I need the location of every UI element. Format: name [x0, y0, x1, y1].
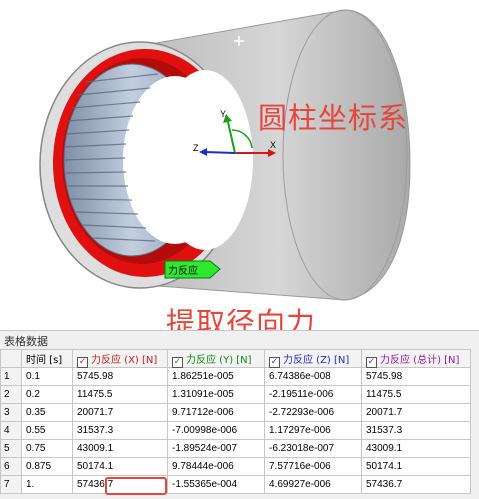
table-cell[interactable]: 1.31091e-005	[167, 385, 265, 404]
cylindrical-cs-annotation: 圆柱坐标系	[258, 101, 409, 135]
table-cell[interactable]: 1.86251e-005	[167, 367, 265, 386]
cylinder-model	[39, 9, 411, 301]
row-index-header	[0, 349, 22, 368]
table-cell[interactable]: -2.72293e-006	[264, 403, 362, 422]
row-index: 7	[0, 475, 22, 494]
table-row[interactable]: 4 0.55 31537.3 -7.00998e-006 1.17297e-006 315…	[0, 421, 471, 440]
force-tag-label[interactable]: 力反应	[168, 262, 198, 277]
table-cell[interactable]: 57436.7	[361, 475, 471, 494]
table-cell[interactable]: 6.74386e-008	[264, 367, 362, 386]
table-row[interactable]: 3 0.35 20071.7 9.71712e-006 -2.72293e-006 200…	[0, 403, 471, 422]
table-cell[interactable]: 11475.5	[72, 385, 168, 404]
header-force-total-label: 力反应 (总计) [N]	[380, 354, 460, 366]
checkbox-icon[interactable]: ✓	[172, 356, 183, 368]
header-force-z[interactable]: ✓ 力反应 (Z) [N]	[264, 349, 362, 368]
table-cell[interactable]: 1.17297e-006	[264, 421, 362, 440]
3d-viewport[interactable]: X Y Z 力反应 圆柱坐标系 提取径向力	[0, 0, 479, 340]
table-cell[interactable]: 9.78444e-006	[167, 457, 265, 476]
table-cell[interactable]: 31537.3	[361, 421, 471, 440]
table-row[interactable]: 2 0.2 11475.5 1.31091e-005 -2.19511e-006 1147…	[0, 385, 471, 404]
table-cell[interactable]: 7.57716e-006	[264, 457, 362, 476]
table-cell[interactable]: 20071.7	[72, 403, 168, 422]
table-cell[interactable]: -2.19511e-006	[264, 385, 362, 404]
table-cell[interactable]: 1.	[21, 475, 73, 494]
row-index: 2	[0, 385, 22, 404]
x-axis-label-text: X	[270, 140, 277, 150]
tabular-data-panel: 表格数据 时间 [s] ✓ 力反应 (X) [N] ✓ 力反应 (Y) [N] ✓ 力…	[0, 330, 479, 499]
header-force-y[interactable]: ✓ 力反应 (Y) [N]	[167, 349, 265, 368]
table-row[interactable]: 5 0.75 43009.1 -1.89524e-007 -6.23018e-007 43…	[0, 439, 471, 458]
table-cell[interactable]: 0.75	[21, 439, 73, 458]
table-cell[interactable]: 50174.1	[72, 457, 168, 476]
table-cell[interactable]: 5745.98	[361, 367, 471, 386]
row-index: 3	[0, 403, 22, 422]
table-row[interactable]: 6 0.875 50174.1 9.78444e-006 7.57716e-006 501…	[0, 457, 471, 476]
table-cell[interactable]: 0.2	[21, 385, 73, 404]
checkbox-icon[interactable]: ✓	[366, 356, 377, 368]
table-cell[interactable]: 0.1	[21, 367, 73, 386]
table-cell[interactable]: -6.23018e-007	[264, 439, 362, 458]
row-index: 6	[0, 457, 22, 476]
table-title: 表格数据	[4, 335, 48, 348]
header-force-total[interactable]: ✓ 力反应 (总计) [N]	[361, 349, 471, 368]
table-cell[interactable]: 20071.7	[361, 403, 471, 422]
table-header-row: 时间 [s] ✓ 力反应 (X) [N] ✓ 力反应 (Y) [N] ✓ 力反应 (Z…	[0, 349, 471, 368]
y-axis-label-text: Y	[220, 109, 227, 119]
checkbox-icon[interactable]: ✓	[269, 356, 280, 368]
row-index: 1	[0, 367, 22, 386]
header-force-x[interactable]: ✓ 力反应 (X) [N]	[72, 349, 168, 368]
header-force-z-label: 力反应 (Z) [N]	[283, 354, 350, 366]
data-table: 时间 [s] ✓ 力反应 (X) [N] ✓ 力反应 (Y) [N] ✓ 力反应 (Z…	[0, 349, 471, 494]
checkbox-icon[interactable]: ✓	[77, 356, 88, 368]
table-cell[interactable]: 0.35	[21, 403, 73, 422]
table-cell[interactable]: 11475.5	[361, 385, 471, 404]
table-cell[interactable]: 0.55	[21, 421, 73, 440]
table-cell[interactable]: -1.55365e-004	[167, 475, 265, 494]
table-row[interactable]: 7 1. 57436.7 -1.55365e-004 4.69927e-006 57436…	[0, 475, 471, 494]
table-cell[interactable]: 43009.1	[72, 439, 168, 458]
table-cell[interactable]: 5745.98	[72, 367, 168, 386]
table-cell[interactable]: 31537.3	[72, 421, 168, 440]
table-cell[interactable]: 0.875	[21, 457, 73, 476]
table-row[interactable]: 1 0.1 5745.98 1.86251e-005 6.74386e-008 5745.…	[0, 367, 471, 386]
highlight-box	[105, 477, 167, 495]
table-cell[interactable]: -1.89524e-007	[167, 439, 265, 458]
z-axis-label-text: Z	[193, 143, 199, 153]
table-cell[interactable]: 43009.1	[361, 439, 471, 458]
table-cell[interactable]: 4.69927e-006	[264, 475, 362, 494]
header-force-y-label: 力反应 (Y) [N]	[186, 354, 252, 366]
header-time[interactable]: 时间 [s]	[21, 349, 73, 368]
header-force-x-label: 力反应 (X) [N]	[91, 354, 158, 366]
row-index: 4	[0, 421, 22, 440]
table-cell[interactable]: 9.71712e-006	[167, 403, 265, 422]
row-index: 5	[0, 439, 22, 458]
table-cell[interactable]: 50174.1	[361, 457, 471, 476]
table-cell[interactable]: -7.00998e-006	[167, 421, 265, 440]
